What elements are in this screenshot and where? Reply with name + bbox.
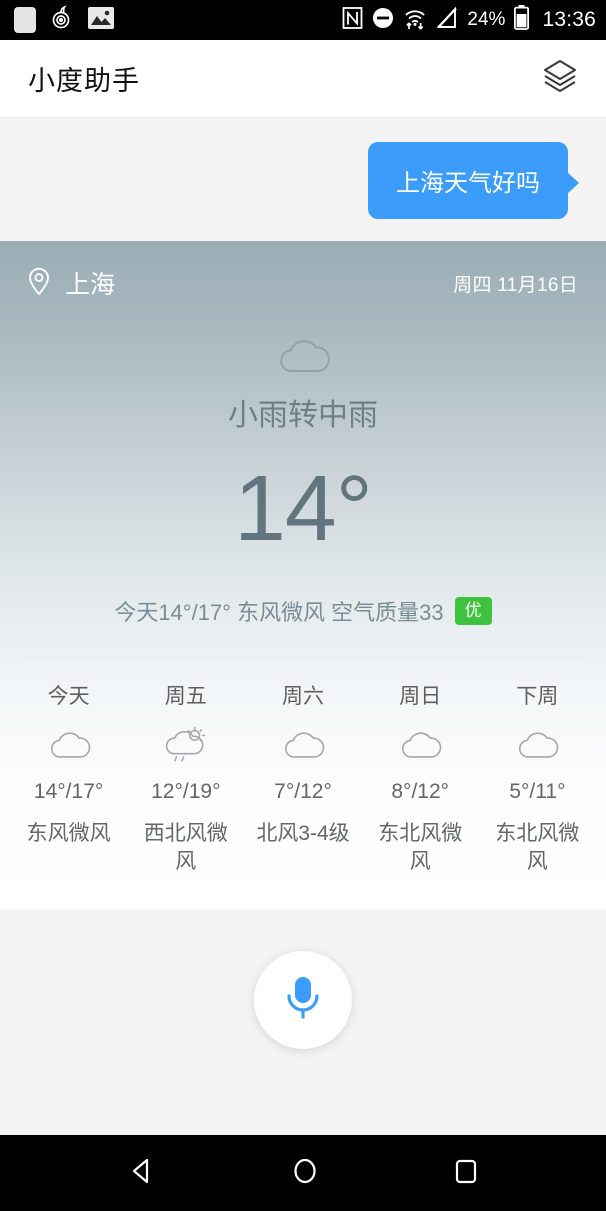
cloud-icon (397, 726, 443, 764)
home-circle-icon[interactable] (290, 1155, 320, 1192)
forecast-temp: 12°/19° (151, 780, 221, 803)
do-not-disturb-icon (372, 7, 394, 34)
image-icon (88, 6, 114, 34)
location-pin-icon (26, 266, 52, 301)
microphone-icon (281, 971, 325, 1028)
forecast-wind: 东北风微风 (378, 822, 463, 874)
sun-cloud-rain-icon (163, 726, 209, 764)
app-header: 小度助手 (0, 40, 606, 118)
forecast-day: 下周 (516, 685, 559, 708)
forecast-day: 周六 (282, 685, 324, 708)
wifi-icon (403, 6, 427, 35)
microphone-button[interactable] (254, 950, 352, 1049)
forecast-day: 周日 (399, 685, 442, 708)
cloud-icon (274, 340, 332, 381)
forecast-column: 今天 14°/17° 东风微风 (10, 680, 127, 877)
app-swirl-icon (50, 4, 74, 36)
forecast-temp: 8°/12° (391, 780, 450, 803)
weather-card-top: 上海 周四 11月16日 (0, 241, 606, 301)
status-bar-clock: 13:36 (542, 8, 596, 31)
battery-icon (514, 5, 530, 35)
forecast-row: 今天 14°/17° 东风微风 周五 12°/19° 西北风微风 周六 7°/12° 北风3-4… (0, 658, 606, 903)
forecast-column: 周六 7°/12° 北风3-4级 (244, 680, 361, 877)
page-title: 小度助手 (28, 66, 140, 96)
forecast-temp: 14°/17° (33, 780, 104, 803)
bubble-tail (567, 172, 579, 194)
recents-square-icon[interactable] (452, 1156, 480, 1191)
mic-area (0, 908, 606, 1169)
no-sim-icon (436, 6, 458, 35)
forecast-wind: 西北风微风 (143, 822, 228, 874)
cloud-icon (280, 726, 326, 764)
status-bar-right-icons: 24% 13:36 (342, 5, 596, 35)
weather-condition-text: 小雨转中雨 (228, 399, 378, 432)
status-bar: 24% 13:36 (0, 0, 606, 40)
back-triangle-icon[interactable] (126, 1156, 158, 1191)
chat-area: 上海天气好吗 (0, 118, 606, 241)
forecast-temp: 5°/11° (509, 780, 566, 803)
weather-summary-text: 今天14°/17° 东风微风 空气质量33 (114, 600, 444, 625)
user-message-wrapper: 上海天气好吗 (368, 142, 579, 219)
forecast-column: 下周 5°/11° 东北风微风 (479, 680, 596, 877)
weather-condition-block: 小雨转中雨 (0, 335, 606, 434)
cloud-icon (514, 726, 560, 764)
weather-city: 上海 (65, 271, 116, 299)
forecast-day: 今天 (47, 685, 90, 708)
battery-percent: 24% (467, 9, 506, 30)
cloud-icon (46, 726, 92, 764)
status-bar-left-icons (14, 4, 114, 36)
forecast-column: 周五 12°/19° 西北风微风 (127, 680, 244, 877)
weather-date: 周四 11月16日 (453, 274, 578, 296)
forecast-wind: 北风3-4级 (256, 822, 350, 845)
air-quality-badge: 优 (454, 596, 492, 626)
navigation-bar (0, 1135, 606, 1211)
forecast-wind: 东风微风 (26, 822, 111, 845)
forecast-day: 周五 (164, 685, 207, 708)
weather-temperature: 14° (234, 456, 373, 560)
nfc-icon (342, 6, 363, 35)
forecast-wind: 东北风微风 (495, 822, 580, 874)
layers-icon[interactable] (540, 57, 580, 100)
weather-summary: 今天14°/17° 东风微风 空气质量33 优 (0, 595, 606, 627)
weather-location: 上海 (26, 265, 115, 301)
forecast-column: 周日 8°/12° 东北风微风 (362, 680, 479, 877)
weather-card[interactable]: 上海 周四 11月16日 小雨转中雨 14° 今天14°/17° 东风微风 空气… (0, 241, 606, 909)
user-message-bubble[interactable]: 上海天气好吗 (368, 142, 568, 219)
forecast-temp: 7°/12° (274, 780, 332, 803)
blank-notification-icon (14, 7, 36, 33)
